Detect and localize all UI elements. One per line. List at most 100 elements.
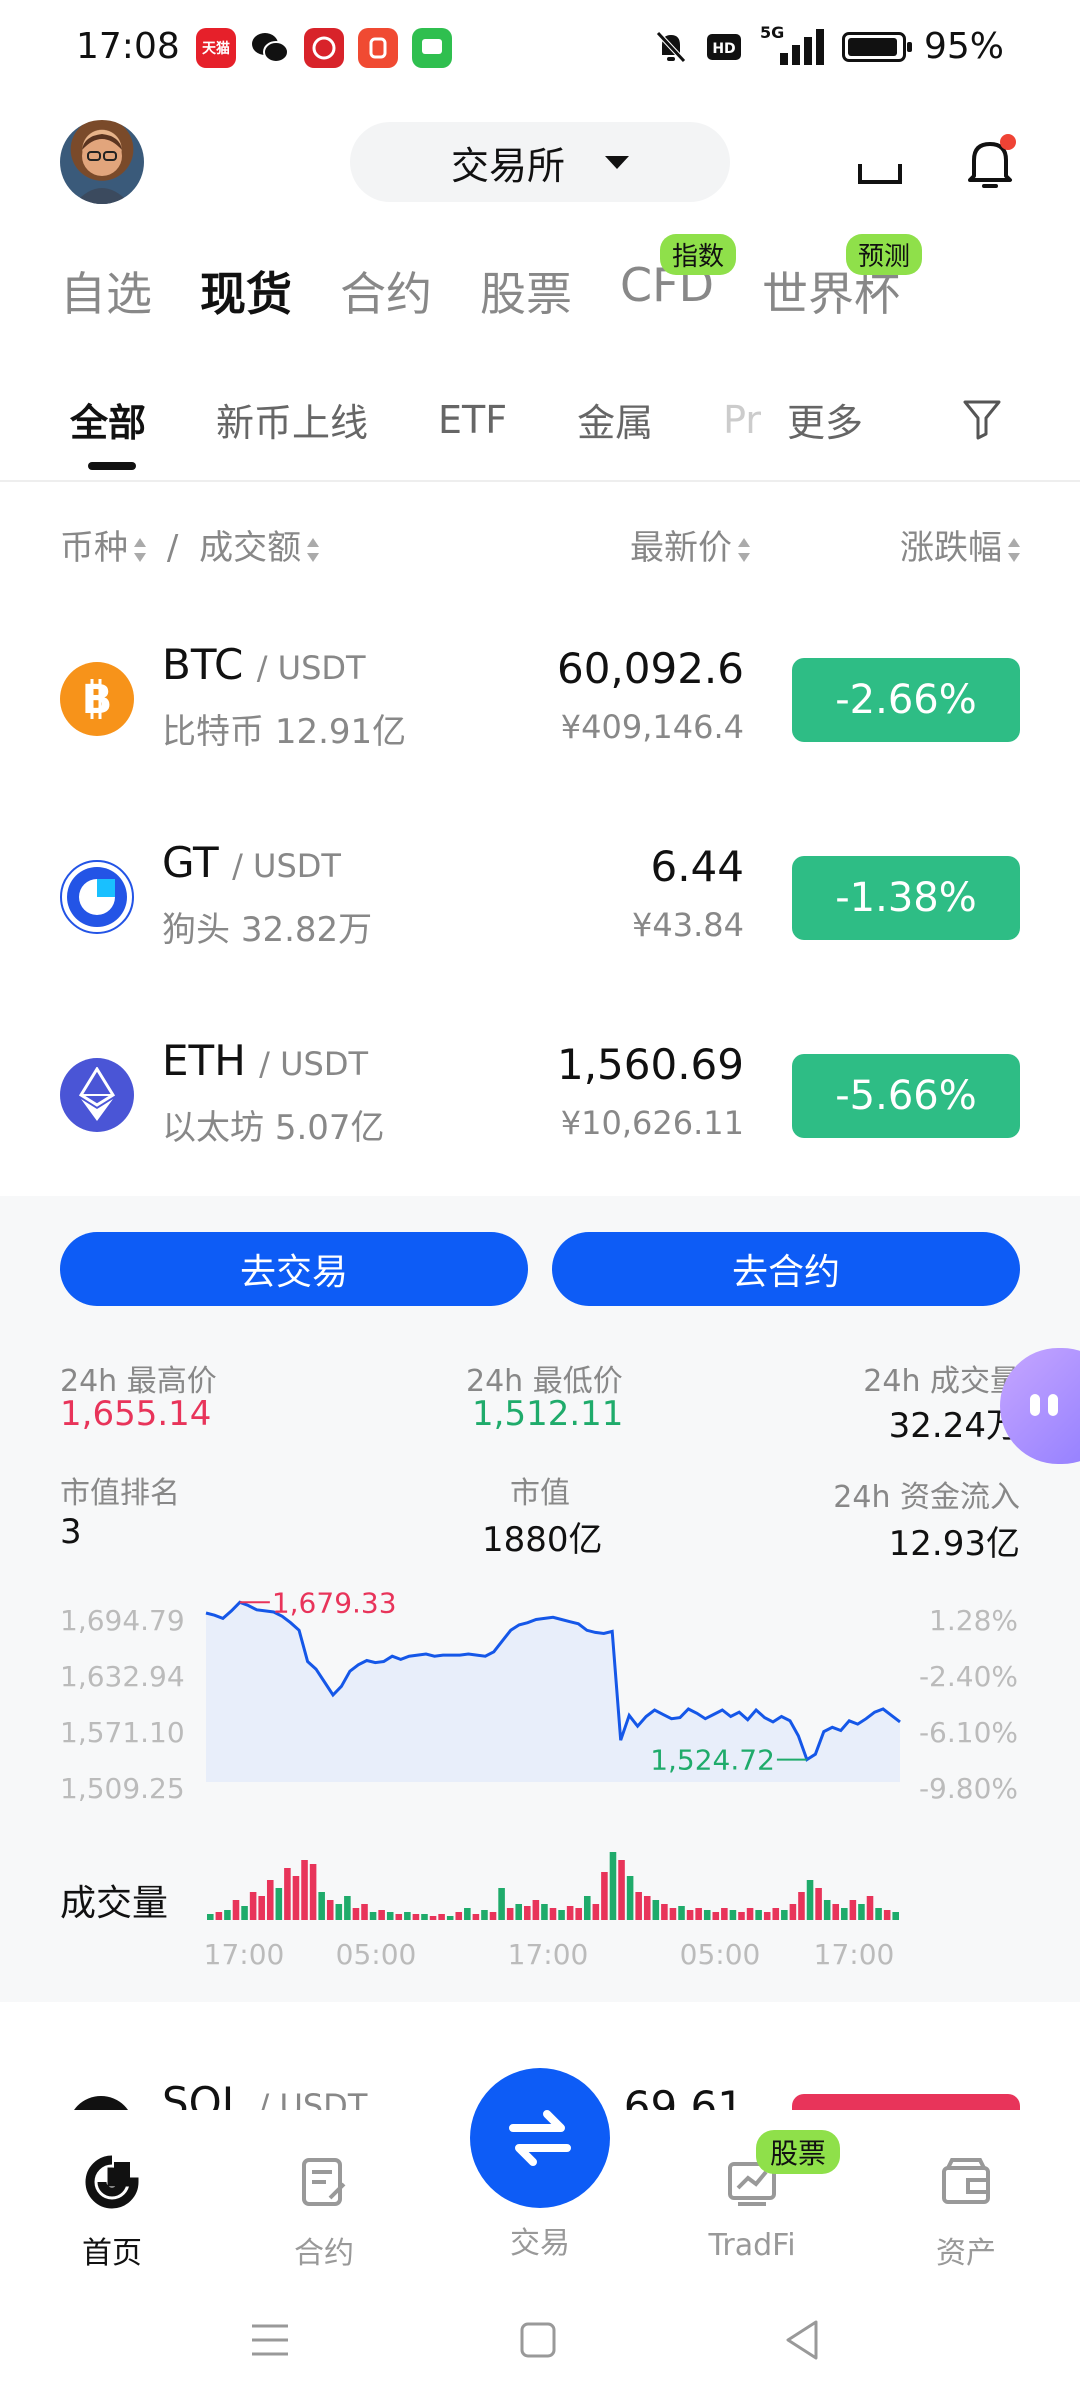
tab-spot[interactable]: 现货 <box>200 258 292 324</box>
nav-label: 资产 <box>936 2236 996 2271</box>
column-change[interactable]: 涨跌幅 <box>900 520 1020 569</box>
volume-bar <box>455 1912 463 1920</box>
volume-bar <box>626 1876 634 1920</box>
volume-bar <box>421 1914 428 1920</box>
change-badge[interactable]: -2.66% <box>792 658 1020 742</box>
volume-bar <box>335 1904 343 1920</box>
subtab-metals[interactable]: 金属 <box>577 392 653 447</box>
change-badge[interactable]: -5.66% <box>792 1054 1020 1138</box>
coin-row-btc[interactable]: B BTC / USDT 比特币 12.91亿 60,092.6 ¥409,14… <box>0 612 1080 792</box>
contract-icon <box>302 2158 346 2206</box>
coin-subtitle: 比特币 12.91亿 <box>162 704 406 753</box>
volume-bar <box>806 1880 814 1920</box>
tab-world-cup[interactable]: 世界杯 预测 <box>762 234 922 324</box>
volume-bar <box>738 1912 745 1920</box>
volume-bar <box>549 1908 557 1920</box>
price-area <box>206 1602 900 1782</box>
scan-icon[interactable] <box>856 142 904 186</box>
subtab-partial[interactable]: Pr <box>723 398 761 442</box>
eth-logo-icon <box>60 1058 134 1132</box>
nav-home[interactable]: 首页 <box>42 2154 182 2272</box>
sort-icon <box>307 537 320 563</box>
network-type: 5G <box>759 22 785 42</box>
nav-trade-label[interactable]: 交易 <box>470 2218 610 2262</box>
coin-symbol-text: ETH <box>162 1036 246 1085</box>
volume-bar <box>729 1910 737 1920</box>
volume-bar <box>309 1864 317 1920</box>
y-tick-right: 1.28% <box>929 1604 1018 1637</box>
nav-label: 合约 <box>294 2236 354 2271</box>
volume-bar <box>429 1916 437 1920</box>
trade-center-button[interactable] <box>470 2068 610 2208</box>
volume-bar <box>618 1860 625 1920</box>
y-tick-right: -9.80% <box>919 1772 1018 1805</box>
coin-symbol-text: GT <box>162 838 219 887</box>
column-separator: / <box>166 528 179 568</box>
volume-bar <box>386 1912 394 1920</box>
volume-bar <box>326 1900 334 1920</box>
volume-bar <box>378 1910 385 1920</box>
subtab-new-listings[interactable]: 新币上线 <box>216 392 368 447</box>
x-tick-label: 17:00 <box>508 1938 589 1971</box>
subtab-all[interactable]: 全部 <box>70 392 147 470</box>
y-tick-left: 1,632.94 <box>60 1660 185 1693</box>
volume-bar <box>258 1896 265 1920</box>
volume-bar <box>412 1914 420 1920</box>
subtab-more[interactable]: 更多 <box>787 392 863 447</box>
subtab-label: 全部 <box>70 401 147 445</box>
coin-quote: / USDT <box>259 1045 369 1083</box>
tab-futures[interactable]: 合约 <box>340 258 432 324</box>
volume-bar <box>464 1908 471 1920</box>
column-price[interactable]: 最新价 <box>630 520 750 569</box>
volume-bar <box>703 1910 711 1920</box>
max-price-label: 1,679.33 <box>272 1586 397 1619</box>
coin-subtitle: 以太坊 5.07亿 <box>162 1100 385 1149</box>
volume-bar <box>883 1910 891 1920</box>
volume-bar <box>284 1868 291 1920</box>
battery-level <box>847 37 898 56</box>
back-icon[interactable] <box>782 2318 822 2362</box>
menu-icon[interactable] <box>248 2320 292 2360</box>
y-tick-left: 1,694.79 <box>60 1604 185 1637</box>
tab-watchlist[interactable]: 自选 <box>60 258 152 324</box>
tab-label: 现货 <box>200 267 292 321</box>
change-badge[interactable] <box>792 2094 1020 2110</box>
tab-cfd[interactable]: CFD 指数 <box>620 234 736 324</box>
sort-icon <box>738 537 750 563</box>
volume-bar <box>643 1896 651 1920</box>
status-bar: 17:08 天猫 HD 5G 95% <box>0 0 1080 100</box>
volume-bar <box>772 1908 780 1920</box>
volume-bar <box>601 1872 608 1920</box>
filter-icon[interactable] <box>962 398 1002 440</box>
sort-icon <box>1008 537 1020 563</box>
status-indicators: HD 5G 95% <box>654 22 1004 67</box>
app-red-icon <box>304 28 344 68</box>
x-tick-label: 17:00 <box>204 1938 285 1971</box>
coin-subtitle: 狗头 32.82万 <box>162 902 372 951</box>
column-coin-volume[interactable]: 币种 / 成交额 <box>60 520 320 569</box>
coin-symbol: BTC / USDT <box>162 640 366 689</box>
nav-futures[interactable]: 合约 <box>254 2154 394 2272</box>
coin-symbol-text: BTC <box>162 640 244 689</box>
change-badge[interactable]: -1.38% <box>792 856 1020 940</box>
svg-text:HD: HD <box>712 41 735 57</box>
nav-assets[interactable]: 资产 <box>896 2154 1036 2272</box>
coin-row-gt[interactable]: GT / USDT 狗头 32.82万 6.44 ¥43.84 -1.38% <box>0 810 1080 990</box>
subtab-label: 更多 <box>787 401 864 445</box>
avatar[interactable] <box>60 120 144 204</box>
bell-icon[interactable] <box>962 132 1018 192</box>
subtab-etf[interactable]: ETF <box>438 398 507 442</box>
coin-row-eth[interactable]: ETH / USDT 以太坊 5.07亿 1,560.69 ¥10,626.11… <box>0 1008 1080 1188</box>
volume-bar <box>241 1906 248 1920</box>
volume-bar <box>344 1896 351 1920</box>
sort-icon <box>134 537 146 563</box>
coin-name: 以太坊 <box>162 1108 264 1148</box>
volume-bar <box>541 1904 548 1920</box>
exchange-switcher[interactable]: 交易所 <box>350 122 730 202</box>
volume-bar <box>438 1914 445 1920</box>
volume-bar <box>266 1880 274 1920</box>
tab-stocks[interactable]: 股票 <box>480 258 572 324</box>
bottom-nav: 首页 合约 交易 TradFi 股票 资产 <box>0 2068 1080 2271</box>
active-tab-indicator <box>88 462 136 470</box>
home-button-icon[interactable] <box>518 2320 558 2360</box>
